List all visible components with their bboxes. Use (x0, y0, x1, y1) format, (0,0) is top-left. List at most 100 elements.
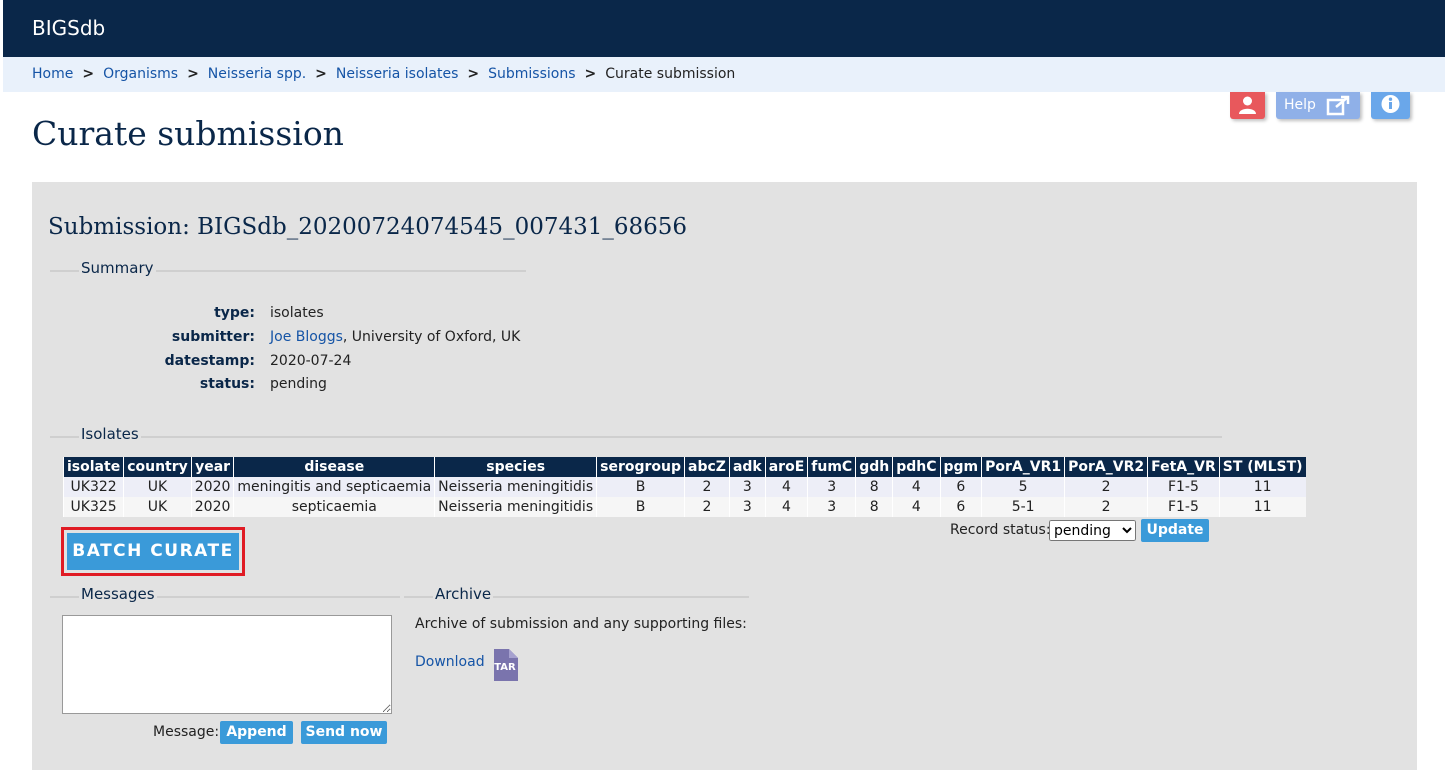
status-value: pending (270, 376, 327, 392)
batch-curate-button[interactable]: BATCH CURATE (67, 533, 239, 570)
table-cell: 2 (684, 477, 730, 497)
download-link[interactable]: Download (415, 654, 485, 670)
table-cell: UK325 (62, 497, 124, 517)
datestamp-label: datestamp: (164, 353, 255, 369)
type-value: isolates (270, 305, 324, 321)
table-cell: Neisseria meningitidis (434, 477, 597, 497)
breadcrumb-organisms[interactable]: Organisms (103, 66, 178, 82)
column-header[interactable]: FetA_VR (1147, 457, 1220, 477)
submission-heading: Submission: BIGSdb_20200724074545_007431… (48, 214, 688, 240)
record-status-select[interactable]: pending (1049, 520, 1136, 541)
table-cell: 2 (684, 497, 730, 517)
archive-legend: Archive (433, 585, 494, 603)
submitter-label: submitter: (171, 329, 255, 345)
table-cell: 2 (1064, 477, 1148, 497)
table-cell: 5 (981, 477, 1065, 497)
table-cell: 11 (1218, 477, 1306, 497)
messages-legend: Messages (79, 585, 157, 603)
help-button[interactable]: Help (1276, 92, 1360, 119)
column-header[interactable]: disease (233, 457, 435, 477)
message-textarea[interactable] (62, 615, 392, 714)
column-header[interactable]: serogroup (596, 457, 685, 477)
table-cell: 4 (764, 477, 808, 497)
table-cell: 2020 (190, 477, 234, 497)
column-header[interactable]: country (123, 457, 192, 477)
table-header-row: isolate country year disease species serogrou… (62, 457, 1306, 477)
site-brand[interactable]: BIGSdb (32, 16, 105, 40)
column-header[interactable]: abcZ (684, 457, 730, 477)
external-link-icon (1326, 95, 1350, 116)
breadcrumb-home[interactable]: Home (32, 66, 73, 82)
table-cell: F1-5 (1147, 497, 1220, 517)
record-status-label: Record status: (950, 522, 1051, 538)
table-cell: B (596, 477, 685, 497)
append-button[interactable]: Append (220, 721, 293, 744)
column-header[interactable]: pgm (939, 457, 982, 477)
breadcrumb-submissions[interactable]: Submissions (488, 66, 575, 82)
table-cell: 11 (1218, 497, 1306, 517)
isolates-legend: Isolates (79, 425, 141, 443)
table-cell: UK (123, 477, 192, 497)
column-header[interactable]: pdhC (892, 457, 940, 477)
isolates-table: isolate country year disease species serogrou… (62, 457, 1306, 517)
table-cell: 4 (892, 497, 940, 517)
table-cell: septicaemia (233, 497, 435, 517)
info-icon (1381, 95, 1400, 113)
column-header[interactable]: PorA_VR1 (981, 457, 1065, 477)
column-header[interactable]: fumC (807, 457, 856, 477)
tar-file-icon[interactable]: TAR (492, 649, 518, 681)
tar-file-label: TAR (494, 662, 516, 673)
column-header[interactable]: ST (MLST) (1218, 457, 1306, 477)
page-title: Curate submission (32, 114, 344, 153)
type-label: type: (214, 305, 255, 321)
table-cell: UK (123, 497, 192, 517)
summary-legend: Summary (79, 259, 156, 277)
breadcrumb-current: Curate submission (605, 66, 736, 82)
table-row: UK322 UK 2020 meningitis and septicaemia Nei… (62, 477, 1306, 497)
info-button[interactable] (1371, 92, 1410, 119)
table-cell: UK322 (62, 477, 124, 497)
table-cell: 5-1 (981, 497, 1065, 517)
summary-values: isolates Joe Bloggs, University of Oxfor… (270, 305, 670, 395)
batch-curate-highlight: BATCH CURATE (61, 527, 245, 576)
table-cell: 2020 (190, 497, 234, 517)
table-cell: 8 (855, 497, 893, 517)
column-header[interactable]: species (434, 457, 597, 477)
submission-panel: Submission: BIGSdb_20200724074545_007431… (32, 182, 1417, 770)
isolates-divider (50, 436, 1222, 438)
send-now-button[interactable]: Send now (301, 721, 387, 744)
breadcrumb-neisseria-isolates[interactable]: Neisseria isolates (336, 66, 458, 82)
table-row: UK325 UK 2020 septicaemia Neisseria meningit… (62, 497, 1306, 517)
column-header[interactable]: isolate (62, 457, 124, 477)
submitter-affiliation: , University of Oxford, UK (342, 329, 521, 345)
submitter-value: Joe Bloggs, University of Oxford, UK (270, 329, 520, 345)
column-header[interactable]: PorA_VR2 (1064, 457, 1148, 477)
submitter-link[interactable]: Joe Bloggs (270, 329, 343, 345)
breadcrumb: Home > Organisms > Neisseria spp. > Neisseria … (3, 57, 1445, 92)
message-label: Message: (153, 724, 220, 740)
table-cell: 3 (728, 477, 766, 497)
table-cell: Neisseria meningitidis (434, 497, 597, 517)
summary-list: type: submitter: datestamp: status: (32, 305, 255, 395)
table-cell: 4 (764, 497, 808, 517)
help-label: Help (1284, 97, 1316, 113)
column-header[interactable]: aroE (764, 457, 808, 477)
update-button[interactable]: Update (1141, 519, 1209, 542)
datestamp-value: 2020-07-24 (270, 353, 352, 369)
table-cell: 3 (728, 497, 766, 517)
top-header: BIGSdb (3, 0, 1445, 57)
column-header[interactable]: adk (728, 457, 766, 477)
table-cell: 6 (939, 477, 982, 497)
table-cell: 8 (855, 477, 893, 497)
status-label: status: (199, 376, 255, 392)
breadcrumb-neisseria-spp[interactable]: Neisseria spp. (208, 66, 306, 82)
table-cell: B (596, 497, 685, 517)
user-button[interactable] (1230, 92, 1265, 119)
table-cell: 3 (807, 477, 856, 497)
column-header[interactable]: gdh (855, 457, 893, 477)
column-header[interactable]: year (190, 457, 234, 477)
table-cell: F1-5 (1147, 477, 1220, 497)
table-cell: 6 (939, 497, 982, 517)
table-cell: meningitis and septicaemia (233, 477, 435, 497)
user-icon (1239, 96, 1256, 114)
